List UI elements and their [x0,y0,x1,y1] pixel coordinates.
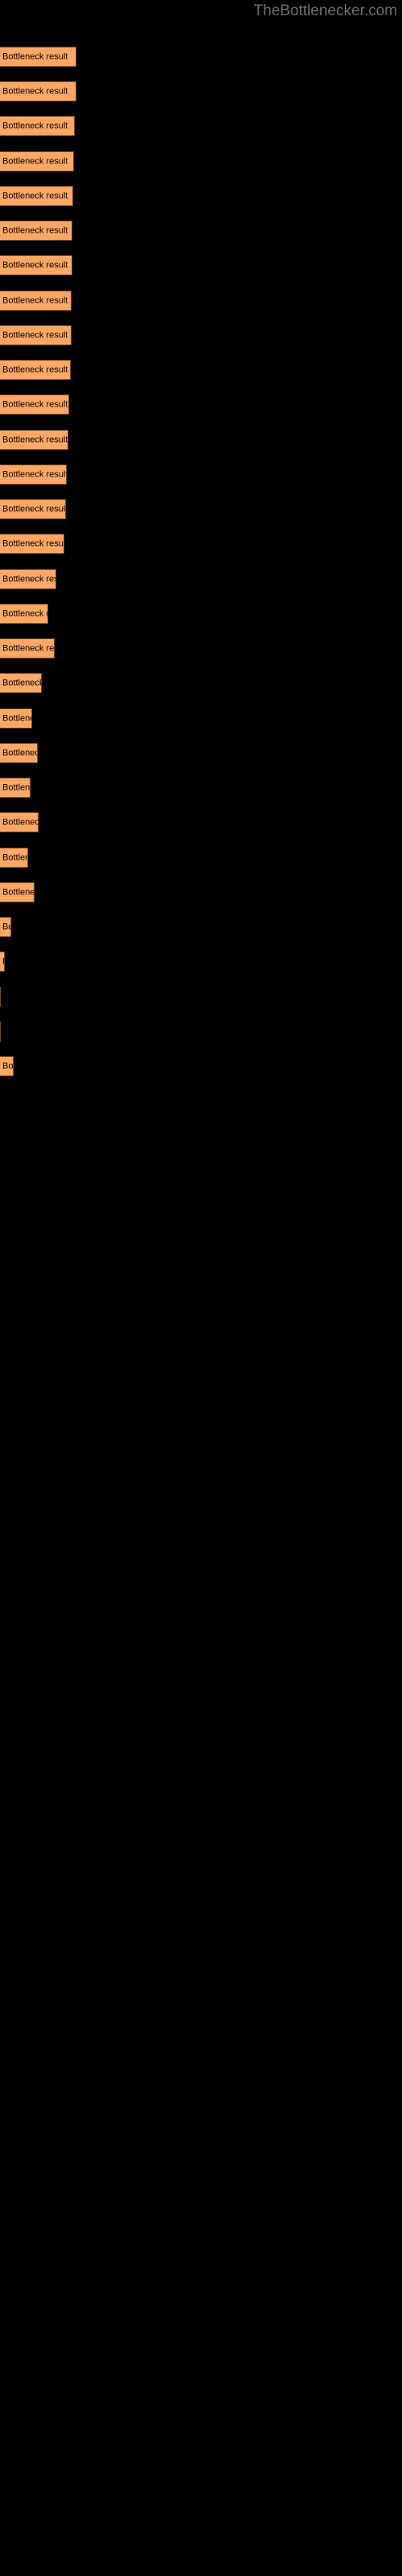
bar-label-14: Bottleneck result [2,539,64,548]
bar-26[interactable]: Bottleneck result [0,952,5,972]
bar-21[interactable]: Bottleneck result [0,778,31,798]
bar-label-21: Bottleneck result [2,782,31,792]
bar-label-17: Bottleneck result [2,643,55,653]
bar-label-3: Bottleneck result [2,156,68,166]
bar-4[interactable]: Bottleneck result [0,186,73,206]
bar-label-5: Bottleneck result [2,225,68,235]
bar-25[interactable]: Bottleneck result [0,917,11,937]
bar-label-16: Bottleneck result [2,609,47,618]
bar-label-4: Bottleneck result [2,191,68,200]
bar-14[interactable]: Bottleneck result [0,534,64,554]
bar-label-26: Bottleneck result [2,956,4,967]
bar-6[interactable]: Bottleneck result [0,255,72,275]
bars-layer: Bottleneck result Bottleneck result Bottle… [0,0,402,2576]
bar-label-23: Bottleneck result [2,852,27,862]
bar-label-22: Bottleneck result [2,817,38,827]
bar-label-1: Bottleneck result [2,86,68,96]
bar-label-0: Bottleneck result [2,52,68,61]
bar-label-20: Bottleneck result [2,748,37,758]
bar-label-25: Bottleneck result [2,922,10,931]
bar-label-24: Bottleneck result [2,887,35,897]
bar-label-11: Bottleneck result [2,435,68,444]
bar-15[interactable]: Bottleneck result [0,569,56,589]
bar-23[interactable]: Bottleneck result [0,848,28,868]
bar-label-7: Bottleneck result [2,295,68,305]
bar-12[interactable]: Bottleneck result [0,464,67,485]
bar-24[interactable]: Bottleneck result [0,882,35,902]
bar-label-15: Bottleneck result [2,574,55,584]
bar-3[interactable]: Bottleneck result [0,151,74,171]
bar-5[interactable]: Bottleneck result [0,221,72,241]
bar-22[interactable]: Bottleneck result [0,812,39,832]
bar-18[interactable]: Bottleneck result [0,673,42,693]
bar-11[interactable]: Bottleneck result [0,430,68,450]
bar-28[interactable]: Bottleneck result [0,1022,1,1042]
bar-8[interactable]: Bottleneck result [0,325,72,345]
bar-27[interactable]: Bottleneck result [0,987,1,1007]
bar-17[interactable]: Bottleneck result [0,638,55,658]
bar-label-10: Bottleneck result [2,399,68,409]
bar-label-6: Bottleneck result [2,260,68,270]
bar-label-12: Bottleneck result [2,469,67,479]
bar-29[interactable]: Bottleneck result [0,1056,14,1076]
bar-label-19: Bottleneck result [2,713,31,723]
bar-label-2: Bottleneck result [2,121,68,130]
bar-16[interactable]: Bottleneck result [0,604,48,624]
bar-7[interactable]: Bottleneck result [0,291,72,311]
bar-19[interactable]: Bottleneck result [0,708,32,729]
bar-9[interactable]: Bottleneck result [0,360,71,380]
bottleneck-bar-chart: TheBottlenecker.com Bottleneck result Bot… [0,0,402,2576]
bar-1[interactable]: Bottleneck result [0,81,76,101]
bar-label-9: Bottleneck result [2,365,68,374]
bar-2[interactable]: Bottleneck result [0,116,75,136]
bar-label-18: Bottleneck result [2,678,42,687]
bar-label-8: Bottleneck result [2,330,68,340]
bar-10[interactable]: Bottleneck result [0,394,69,415]
bar-label-29: Bottleneck result [2,1061,14,1071]
bar-20[interactable]: Bottleneck result [0,743,38,763]
bar-0[interactable]: Bottleneck result [0,47,76,67]
bar-label-13: Bottleneck result [2,504,66,514]
bar-13[interactable]: Bottleneck result [0,499,66,519]
